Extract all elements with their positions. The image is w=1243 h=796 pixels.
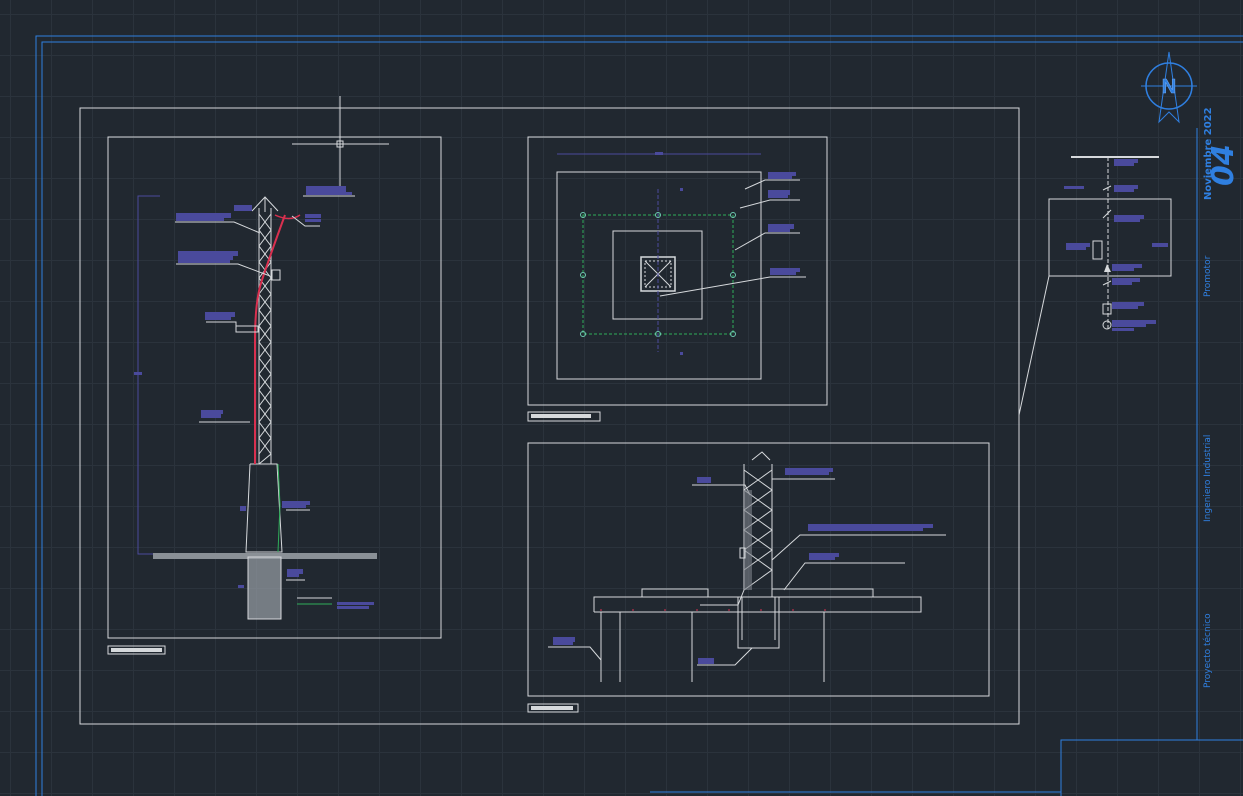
foundation-section-detail: [527, 442, 990, 713]
tower-elevation-detail: [107, 96, 442, 655]
cad-model-space[interactable]: N: [0, 0, 1243, 796]
single-line-diagram: [1048, 156, 1172, 331]
north-arrow-icon: N: [1141, 51, 1197, 124]
north-arrow-letter: N: [1162, 76, 1176, 98]
title-block-promoter: Promotor: [1203, 255, 1213, 297]
title-block-engineer: Ingeniero Industrial: [1203, 434, 1213, 522]
crosshair-cursor-icon: [292, 96, 389, 195]
sheet-number: 04: [1206, 144, 1241, 186]
foundation-plan-detail: [527, 136, 828, 422]
title-block-project: Proyecto técnico: [1203, 613, 1213, 688]
